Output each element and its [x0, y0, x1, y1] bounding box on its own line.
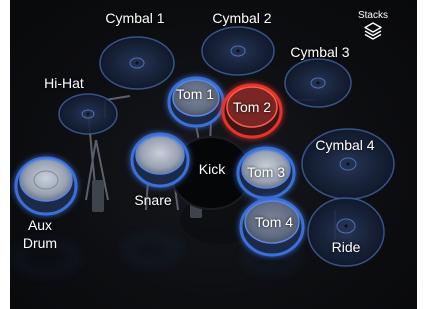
hi-hat-label: Hi-Hat — [44, 75, 84, 91]
tom-3-label: Tom 3 — [246, 164, 286, 180]
stacks-label: Stacks — [357, 10, 388, 21]
kick-label: Kick — [198, 161, 226, 177]
aux-drum-label-line-2: Drum — [22, 235, 58, 251]
cymbal-1-label: Cymbal 1 — [105, 10, 165, 26]
cymbal-3-label: Cymbal 3 — [290, 44, 350, 60]
stacks-button[interactable]: Stacks — [348, 10, 398, 40]
stacks-icon — [364, 22, 382, 40]
snare-label: Snare — [134, 192, 172, 208]
cymbal-2-label: Cymbal 2 — [212, 10, 272, 26]
tom-4-label: Tom 4 — [254, 214, 294, 230]
snare-drum[interactable] — [130, 132, 190, 188]
cymbal-1[interactable] — [99, 36, 175, 90]
tom-1-label: Tom 1 — [175, 86, 215, 102]
tom-2-label: Tom 2 — [232, 99, 272, 115]
cymbal-4-label: Cymbal 4 — [315, 137, 375, 153]
ride-cymbal[interactable] — [307, 197, 385, 267]
cymbal-3[interactable] — [284, 58, 352, 108]
drum-kit-stage: Cymbal 1 Cymbal 2 Cymbal 3 Cymbal 4 Hi-H… — [10, 0, 417, 309]
aux-drum[interactable] — [14, 156, 78, 216]
aux-drum-label-line-1: Aux — [27, 217, 53, 233]
hi-hat[interactable] — [58, 93, 118, 135]
cymbal-2[interactable] — [201, 26, 275, 76]
ride-label: Ride — [331, 239, 361, 255]
